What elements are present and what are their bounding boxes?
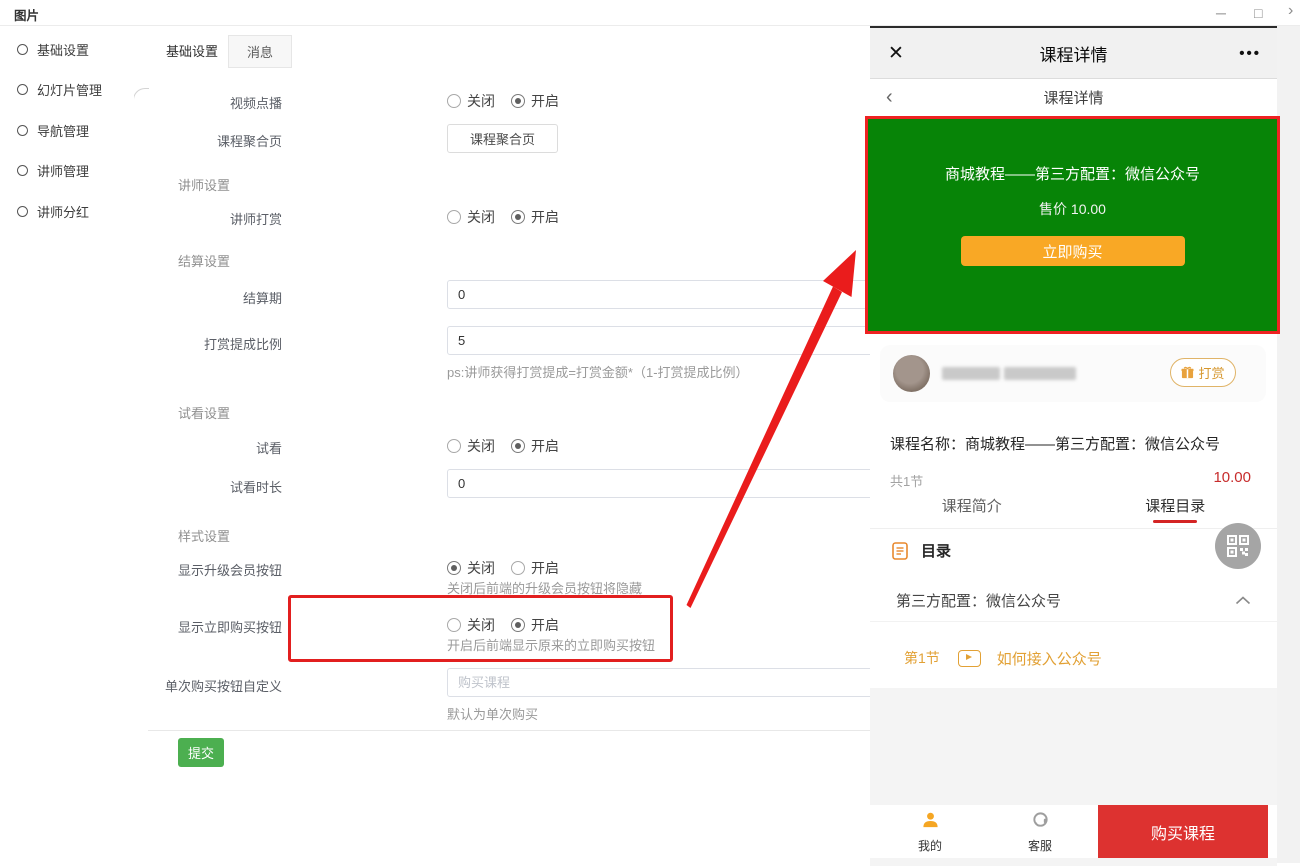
buy-button-custom-hint: 默认为单次购买 xyxy=(447,704,538,723)
buy-now-button[interactable]: 立即购买 xyxy=(961,236,1185,266)
qr-code-button[interactable] xyxy=(1215,523,1261,569)
background-strip xyxy=(1277,26,1300,863)
sidebar-item-teacher-dividend[interactable]: 讲师分红 xyxy=(17,201,89,221)
show-upgrade-off-radio[interactable]: 关闭 xyxy=(447,558,495,578)
radio-icon xyxy=(511,561,525,575)
active-tab-underline xyxy=(1153,520,1197,523)
maximize-icon[interactable]: □ xyxy=(1254,4,1262,22)
page-navbar: ‹ 课程详情 xyxy=(870,79,1277,115)
show-upgrade-radio-group: 关闭 开启 xyxy=(447,558,559,578)
circle-icon xyxy=(17,165,28,176)
radio-icon xyxy=(447,561,461,575)
section-trial-settings: 试看设置 xyxy=(178,403,230,422)
radio-icon xyxy=(511,94,525,108)
video-vod-off-radio[interactable]: 关闭 xyxy=(447,91,495,111)
sidebar: 基础设置 幻灯片管理 导航管理 讲师管理 讲师分红 xyxy=(0,26,134,863)
tab-course-catalog[interactable]: 课程目录 xyxy=(1074,483,1278,528)
video-play-icon xyxy=(958,650,981,667)
radio-icon xyxy=(511,439,525,453)
tab-service[interactable]: 客服 xyxy=(1010,811,1070,854)
panel-border xyxy=(133,88,149,863)
circle-icon xyxy=(17,44,28,55)
purchase-course-button[interactable]: 购买课程 xyxy=(1098,805,1268,858)
radio-icon xyxy=(511,618,525,632)
minimize-icon[interactable]: ─ xyxy=(1216,4,1226,22)
background-area xyxy=(870,858,1277,866)
video-vod-radio-group: 关闭 开启 xyxy=(447,91,559,111)
qr-code-icon xyxy=(1227,535,1249,557)
lesson-row[interactable]: 第1节 如何接入公众号 xyxy=(870,636,1277,680)
chevron-up-icon xyxy=(1235,596,1251,605)
catalog-header: 目录 xyxy=(892,540,951,561)
blurred-name xyxy=(942,367,1000,380)
sidebar-item-teachers[interactable]: 讲师管理 xyxy=(17,160,89,180)
tab-basic-settings[interactable]: 基础设置 xyxy=(148,35,236,68)
show-buy-now-on-radio[interactable]: 开启 xyxy=(511,615,559,635)
course-name: 课程名称：商城教程——第三方配置：微信公众号 xyxy=(890,433,1220,454)
detail-tabs: 课程简介 课程目录 xyxy=(870,483,1277,529)
trial-radio-group: 关闭 开启 xyxy=(447,436,559,456)
course-agg-button[interactable]: 课程聚合页 xyxy=(447,124,558,153)
teacher-card: 打赏 xyxy=(880,345,1266,402)
trial-on-radio[interactable]: 开启 xyxy=(511,436,559,456)
chapter-row[interactable]: 第三方配置：微信公众号 xyxy=(870,580,1277,622)
person-icon xyxy=(921,811,940,830)
buy-button-custom-input[interactable] xyxy=(447,668,927,697)
section-style-settings: 样式设置 xyxy=(178,526,230,545)
bottom-action-bar: 我的 客服 购买课程 xyxy=(870,805,1277,858)
trial-duration-input[interactable] xyxy=(447,469,927,498)
teacher-reward-radio-group: 关闭 开启 xyxy=(447,207,559,227)
sidebar-item-basic-settings[interactable]: 基础设置 xyxy=(17,39,89,59)
wechat-header: ✕ 课程详情 ••• xyxy=(870,28,1277,79)
tab-message[interactable]: 消息 xyxy=(228,35,292,68)
radio-icon xyxy=(447,618,461,632)
mobile-preview: ✕ 课程详情 ••• ‹ 课程详情 商城教程——第三方配置：微信公众号 售价 1… xyxy=(870,25,1277,863)
video-vod-on-radio[interactable]: 开启 xyxy=(511,91,559,111)
circle-icon xyxy=(17,125,28,136)
avatar xyxy=(893,355,930,392)
window-titlebar: 图片 ─ □ › xyxy=(0,0,1300,26)
reward-ratio-input[interactable] xyxy=(447,326,927,355)
trial-off-radio[interactable]: 关闭 xyxy=(447,436,495,456)
show-buy-now-off-radio[interactable]: 关闭 xyxy=(447,615,495,635)
page-title: 课程详情 xyxy=(870,87,1277,108)
submit-button[interactable]: 提交 xyxy=(178,738,224,767)
headset-icon xyxy=(1031,811,1050,830)
show-buy-now-hint: 开启后前端显示原来的立即购买按钮 xyxy=(447,635,655,654)
teacher-reward-off-radio[interactable]: 关闭 xyxy=(447,207,495,227)
divider xyxy=(148,730,888,731)
tab-mine[interactable]: 我的 xyxy=(900,811,960,854)
reward-ratio-hint: ps:讲师获得打赏提成=打赏金额*（1-打赏提成比例） xyxy=(447,362,749,381)
radio-icon xyxy=(447,94,461,108)
course-banner: 商城教程——第三方配置：微信公众号 售价 10.00 立即购买 xyxy=(865,116,1280,334)
radio-icon xyxy=(447,210,461,224)
teacher-reward-on-radio[interactable]: 开启 xyxy=(511,207,559,227)
show-upgrade-hint: 关闭后前端的升级会员按钮将隐藏 xyxy=(447,578,642,597)
sidebar-item-navigation[interactable]: 导航管理 xyxy=(17,120,89,140)
reward-button[interactable]: 打赏 xyxy=(1170,358,1236,387)
tab-course-intro[interactable]: 课程简介 xyxy=(870,483,1074,528)
section-teacher-settings: 讲师设置 xyxy=(178,175,230,194)
show-upgrade-on-radio[interactable]: 开启 xyxy=(511,558,559,578)
radio-icon xyxy=(511,210,525,224)
gift-icon xyxy=(1181,366,1194,379)
chevron-right-icon[interactable]: › xyxy=(1288,2,1293,20)
blurred-name xyxy=(1004,367,1076,380)
sidebar-item-slides[interactable]: 幻灯片管理 xyxy=(17,79,102,99)
banner-price: 售价 10.00 xyxy=(1039,199,1106,219)
wechat-title: 课程详情 xyxy=(870,41,1277,66)
show-buy-now-radio-group: 关闭 开启 xyxy=(447,615,559,635)
circle-icon xyxy=(17,206,28,217)
window-title: 图片 xyxy=(14,5,39,24)
radio-icon xyxy=(447,439,461,453)
section-settle-settings: 结算设置 xyxy=(178,251,230,270)
banner-course-title: 商城教程——第三方配置：微信公众号 xyxy=(945,163,1200,184)
circle-icon xyxy=(17,84,28,95)
document-icon xyxy=(892,542,908,560)
settle-period-input[interactable] xyxy=(447,280,927,309)
more-menu-icon[interactable]: ••• xyxy=(1239,45,1261,62)
